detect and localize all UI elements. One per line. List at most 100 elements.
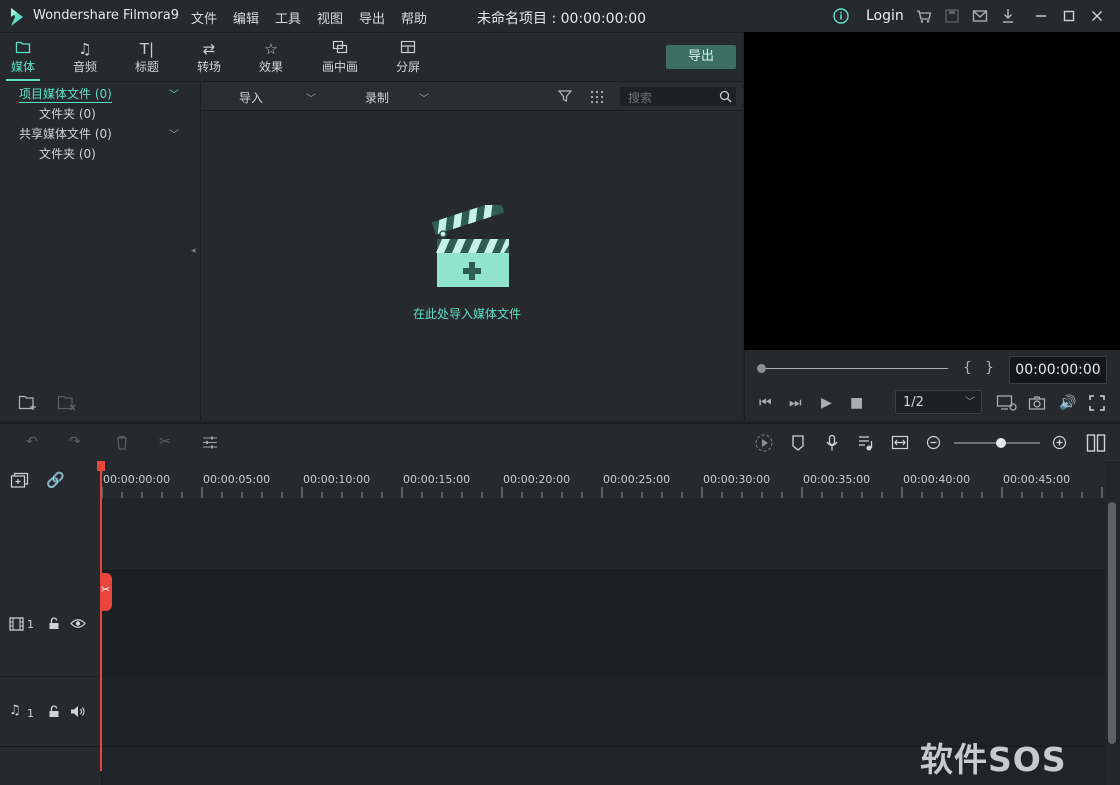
lock-icon[interactable] — [48, 617, 60, 630]
ruler-label: 00:00:05:00 — [203, 473, 271, 486]
sidebar-item-folder[interactable]: 文件夹 (0) — [39, 105, 96, 122]
render-preview-icon[interactable] — [754, 433, 774, 453]
panel-layout-icon[interactable] — [1086, 433, 1106, 453]
marker-icon[interactable] — [791, 434, 805, 452]
mail-icon[interactable] — [971, 7, 989, 25]
tab-titles[interactable]: T| 标题 — [122, 40, 172, 75]
chevron-down-icon[interactable]: ﹀ — [169, 126, 179, 141]
effects-icon: ☆ — [264, 40, 278, 58]
preview-scrubber-track[interactable] — [762, 368, 948, 369]
zoom-in-icon[interactable] — [1052, 435, 1067, 450]
volume-icon[interactable]: 🔊 — [1059, 395, 1076, 411]
speaker-icon[interactable] — [70, 705, 86, 718]
search-icon[interactable] — [719, 90, 732, 103]
redo-icon[interactable]: ↷ — [69, 434, 81, 450]
stop-icon[interactable]: ■ — [850, 395, 863, 411]
ruler-label: 00:00:20:00 — [503, 473, 571, 486]
tab-pip[interactable]: 画中画 — [315, 40, 365, 75]
video-track-number: 1 — [27, 618, 34, 631]
delete-icon[interactable] — [115, 435, 129, 450]
filter-icon[interactable] — [558, 89, 572, 103]
export-button[interactable]: 导出 — [666, 45, 736, 69]
audio-track-number: 1 — [27, 707, 34, 720]
ruler-label: 00:00:35:00 — [803, 473, 871, 486]
maximize-icon[interactable] — [1060, 7, 1078, 25]
playhead-handle[interactable] — [97, 461, 105, 471]
sidebar-item-shared-media[interactable]: 共享媒体文件 (0) — [19, 125, 112, 142]
sidebar-item-project-media[interactable]: 项目媒体文件 (0) — [19, 85, 112, 103]
minimize-icon[interactable] — [1032, 7, 1050, 25]
audio-track-icon: ♫ — [9, 703, 21, 718]
fit-timeline-icon[interactable] — [891, 435, 909, 450]
title-icon: T| — [139, 40, 155, 58]
delete-folder-icon[interactable] — [57, 394, 77, 411]
watermark: 软件SOS — [920, 740, 1067, 779]
playhead[interactable] — [100, 461, 102, 771]
tab-split-screen[interactable]: 分屏 — [383, 40, 433, 75]
tab-titles-label: 标题 — [134, 60, 159, 74]
close-icon[interactable] — [1088, 7, 1106, 25]
folder-icon — [0, 40, 48, 58]
snapshot-camera-icon[interactable] — [1028, 395, 1046, 411]
menu-file[interactable]: 文件 — [191, 8, 217, 27]
preview-screen — [744, 32, 1120, 350]
menu-help[interactable]: 帮助 — [401, 8, 427, 27]
add-track-icon[interactable] — [10, 472, 30, 489]
link-icon[interactable]: 🔗 — [46, 471, 65, 489]
tab-media[interactable]: 媒体 — [0, 40, 48, 75]
filmora-logo-icon — [11, 8, 23, 26]
adjust-icon[interactable] — [202, 435, 218, 450]
preview-timecode: 00:00:00:00 — [1009, 356, 1107, 384]
play-icon[interactable]: ▶ — [821, 395, 832, 411]
menu-tools[interactable]: 工具 — [275, 8, 301, 27]
sidebar-item-shared-folder[interactable]: 文件夹 (0) — [39, 145, 96, 162]
cut-icon[interactable]: ✂ — [159, 434, 171, 450]
music-note-icon: ♫ — [78, 40, 92, 58]
timeline-scrollbar-thumb[interactable] — [1108, 502, 1116, 744]
collapse-arrow-icon[interactable]: ◂ — [191, 246, 196, 256]
ruler-ticks — [101, 487, 1103, 498]
new-folder-icon[interactable] — [18, 394, 38, 411]
import-media-hint[interactable]: 在此处导入媒体文件 — [413, 305, 521, 322]
info-icon[interactable] — [832, 7, 850, 25]
ruler-label: 00:00:00:00 — [103, 473, 171, 486]
prev-frame-icon[interactable]: ⏮ — [759, 395, 772, 411]
active-tab-underline — [6, 79, 40, 81]
eye-icon[interactable] — [70, 618, 86, 629]
record-dropdown[interactable]: 录制 — [365, 89, 389, 106]
lock-icon[interactable] — [48, 705, 60, 718]
cart-icon[interactable] — [915, 7, 933, 25]
next-frame-icon[interactable]: ⏭ — [789, 395, 802, 411]
tab-pip-label: 画中画 — [321, 60, 358, 74]
menu-export[interactable]: 导出 — [359, 8, 385, 27]
mark-out-button[interactable]: } — [985, 360, 994, 376]
display-settings-icon[interactable] — [996, 394, 1018, 412]
fullscreen-icon[interactable] — [1089, 395, 1105, 411]
menu-edit[interactable]: 编辑 — [233, 8, 259, 27]
tab-transitions-label: 转场 — [196, 60, 221, 74]
preview-scrubber-knob[interactable] — [757, 364, 766, 373]
microphone-icon[interactable] — [825, 434, 839, 452]
login-link[interactable]: Login — [866, 8, 904, 24]
video-track-1[interactable] — [0, 570, 1105, 678]
grid-view-icon[interactable] — [590, 90, 604, 104]
zoom-out-icon[interactable] — [926, 435, 941, 450]
tab-audio[interactable]: ♫ 音频 — [60, 40, 110, 75]
playback-quality-select[interactable]: 1/2 ﹀ — [895, 390, 982, 414]
chevron-down-icon[interactable]: ﹀ — [419, 90, 429, 105]
menu-view[interactable]: 视图 — [317, 8, 343, 27]
ruler-label: 00:00:25:00 — [603, 473, 671, 486]
scissors-icon: ✂ — [101, 583, 111, 596]
tab-transitions[interactable]: ⇄ 转场 — [184, 40, 234, 75]
chevron-down-icon[interactable]: ﹀ — [169, 86, 179, 101]
download-icon[interactable] — [999, 7, 1017, 25]
voiceover-list-icon[interactable] — [858, 434, 874, 452]
mark-in-button[interactable]: { — [963, 360, 972, 376]
tab-split-screen-label: 分屏 — [395, 60, 420, 74]
tab-effects[interactable]: ☆ 效果 — [246, 40, 296, 75]
clapperboard-import-icon[interactable] — [432, 205, 512, 291]
chevron-down-icon[interactable]: ﹀ — [306, 90, 316, 105]
import-dropdown[interactable]: 导入 — [239, 89, 263, 106]
save-icon[interactable] — [943, 7, 961, 25]
undo-icon[interactable]: ↶ — [26, 434, 38, 450]
